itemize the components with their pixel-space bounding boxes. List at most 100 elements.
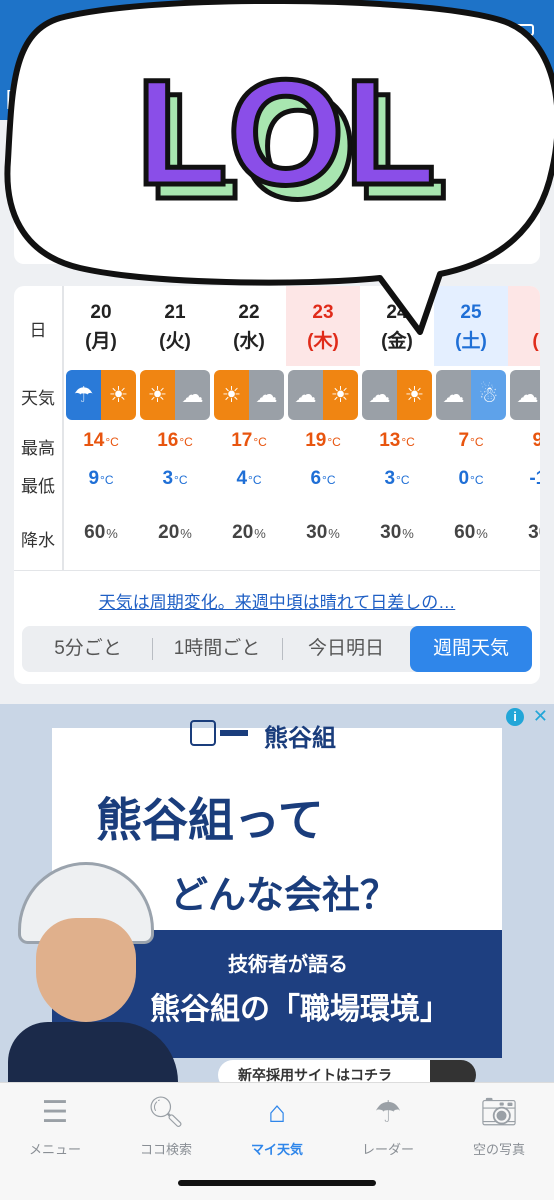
low-temp-value: 0 xyxy=(458,468,470,489)
row-label-low: 最低 xyxy=(21,477,55,496)
day-of-week: (木) xyxy=(307,331,339,352)
ad-person-image xyxy=(8,862,178,1082)
high-temp-value: 9 xyxy=(532,430,540,451)
camera-icon: 📷︎ xyxy=(479,1096,519,1129)
nav-label: マイ天気 xyxy=(250,1142,303,1157)
day-number: 20 xyxy=(90,302,112,323)
high-temp: 19°C xyxy=(286,430,360,452)
precip-unit: % xyxy=(180,526,192,541)
sun-icon: ☀ xyxy=(397,370,432,420)
temp-unit: °C xyxy=(327,435,341,449)
weather-icon: ☁ ☃ xyxy=(436,370,506,420)
high-temp-value: 13 xyxy=(379,430,401,451)
day-columns[interactable]: 20 (月) ☂ ☀ 14°C 9°C 60% 21 (火) ☀ ☁ 16°C 3°C 20% 22 (水) ☀… xyxy=(64,286,540,570)
high-temp: 14°C xyxy=(64,430,138,452)
high-temp: 7°C xyxy=(434,430,508,452)
precip-value: 20 xyxy=(232,522,254,543)
tab-today-tomorrow[interactable]: 今日明日 xyxy=(286,626,406,672)
day-of-week: (月) xyxy=(85,331,117,352)
precip-chance: 30% xyxy=(360,522,434,544)
day-column[interactable]: 25 (土) ☁ ☃ 7°C 0°C 60% xyxy=(434,286,508,570)
ad-info-icon[interactable]: i xyxy=(506,708,524,726)
nav-label: レーダー xyxy=(361,1142,414,1157)
row-label-weather: 天気 xyxy=(21,389,55,408)
row-label-precip: 降水 xyxy=(21,531,55,550)
precip-unit: % xyxy=(254,526,266,541)
precip-chance: 30% xyxy=(508,522,540,544)
temp-unit: °C xyxy=(470,473,484,487)
advertisement-banner[interactable]: 熊谷組 熊谷組って どんな会社？ 技術者が語る 熊谷組の「職場環境」 新卒採用サ… xyxy=(0,704,554,1082)
battery-icon xyxy=(512,24,534,36)
day-of-week: (金) xyxy=(381,331,413,352)
kumagai-mark-icon xyxy=(190,720,216,746)
low-temp-value: 6 xyxy=(310,468,322,489)
umbrella-icon: ☂ xyxy=(374,1096,402,1129)
nav-label: メニュー xyxy=(28,1142,81,1157)
ad-cta-icon[interactable] xyxy=(430,1060,476,1082)
temp-unit: °C xyxy=(396,473,410,487)
low-temp: -1°C xyxy=(508,468,540,490)
forecast-summary-link[interactable]: 天気は周期変化。来週中頃は晴れて日差しの… xyxy=(14,588,540,613)
cloud-icon: ☁ xyxy=(436,370,471,420)
temp-unit: °C xyxy=(174,473,188,487)
app-bar-right-edge: 気 xyxy=(527,91,550,116)
high-temp: 9°C xyxy=(508,430,540,452)
face-shape xyxy=(36,918,136,1022)
tab-5min[interactable]: 5分ごと xyxy=(28,626,148,672)
precip-chance: 20% xyxy=(138,522,212,544)
temp-unit: °C xyxy=(179,435,193,449)
nav-sky-photos[interactable]: 📷︎ 空の写真 xyxy=(444,1093,554,1158)
high-temp-value: 19 xyxy=(305,430,327,451)
nav-search[interactable]: 🔍︎ ココ検索 xyxy=(111,1093,221,1158)
low-temp: 0°C xyxy=(434,468,508,490)
tab-hourly[interactable]: 1時間ごと xyxy=(156,626,278,672)
logo-bar xyxy=(220,730,248,736)
temp-unit: °C xyxy=(470,435,484,449)
low-temp-value: 3 xyxy=(384,468,396,489)
day-column[interactable]: 23 (木) ☁ ☀ 19°C 6°C 30% xyxy=(286,286,360,570)
temp-unit: °C xyxy=(322,473,336,487)
day-column[interactable]: 20 (月) ☂ ☀ 14°C 9°C 60% xyxy=(64,286,138,570)
cloud-icon: ☁ xyxy=(175,370,210,420)
ad-logo: 熊谷組 xyxy=(190,716,350,752)
day-number: 25 xyxy=(460,302,482,323)
search-icon: 🔍︎ xyxy=(146,1096,186,1129)
temp-unit: °C xyxy=(105,435,119,449)
tab-weekly[interactable]: 週間天気 xyxy=(410,626,532,672)
high-temp-value: 14 xyxy=(83,430,105,451)
menu-icon: ☰ xyxy=(41,1096,69,1129)
home-indicator xyxy=(178,1180,376,1186)
precip-chance: 20% xyxy=(212,522,286,544)
day-column[interactable]: 24 (金) ☁ ☀ 13°C 3°C 30% xyxy=(360,286,434,570)
day-column[interactable]: 22 (水) ☀ ☁ 17°C 4°C 20% xyxy=(212,286,286,570)
nav-label: 空の写真 xyxy=(472,1142,525,1157)
day-column[interactable]: 2 (日 ☁ 9°C -1°C 30% xyxy=(508,286,540,570)
ad-main-text: 熊谷組の「職場環境」 xyxy=(150,993,450,1026)
nav-my-weather[interactable]: ⌂ マイ天気 xyxy=(222,1093,332,1158)
row-label-day: 日 xyxy=(29,321,47,340)
tab-separator xyxy=(282,638,283,660)
rain-cloud-icon: ☂ xyxy=(66,370,101,420)
sun-icon: ☀ xyxy=(214,370,249,420)
weather-icon: ☁ ☀ xyxy=(288,370,358,420)
ad-close-icon[interactable]: ✕ xyxy=(533,706,548,727)
high-temp-value: 16 xyxy=(157,430,179,451)
temp-unit: °C xyxy=(253,435,267,449)
body-shape xyxy=(8,1022,178,1082)
day-column[interactable]: 21 (火) ☀ ☁ 16°C 3°C 20% xyxy=(138,286,212,570)
day-of-week: (水) xyxy=(233,331,265,352)
low-temp: 9°C xyxy=(64,468,138,490)
low-temp: 4°C xyxy=(212,468,286,490)
temp-unit: °C xyxy=(401,435,415,449)
day-number: 24 xyxy=(386,302,408,323)
precip-value: 30 xyxy=(528,522,540,543)
day-number: 22 xyxy=(238,302,260,323)
sun-icon: ☀ xyxy=(323,370,358,420)
nav-radar[interactable]: ☂ レーダー xyxy=(333,1093,443,1158)
temp-unit: °C xyxy=(100,473,114,487)
low-temp-value: 9 xyxy=(88,468,100,489)
nav-menu[interactable]: ☰ メニュー xyxy=(0,1093,110,1158)
day-of-week: (土) xyxy=(455,331,487,352)
precip-unit: % xyxy=(106,526,118,541)
app-bar-left-edge: [ xyxy=(6,88,12,110)
